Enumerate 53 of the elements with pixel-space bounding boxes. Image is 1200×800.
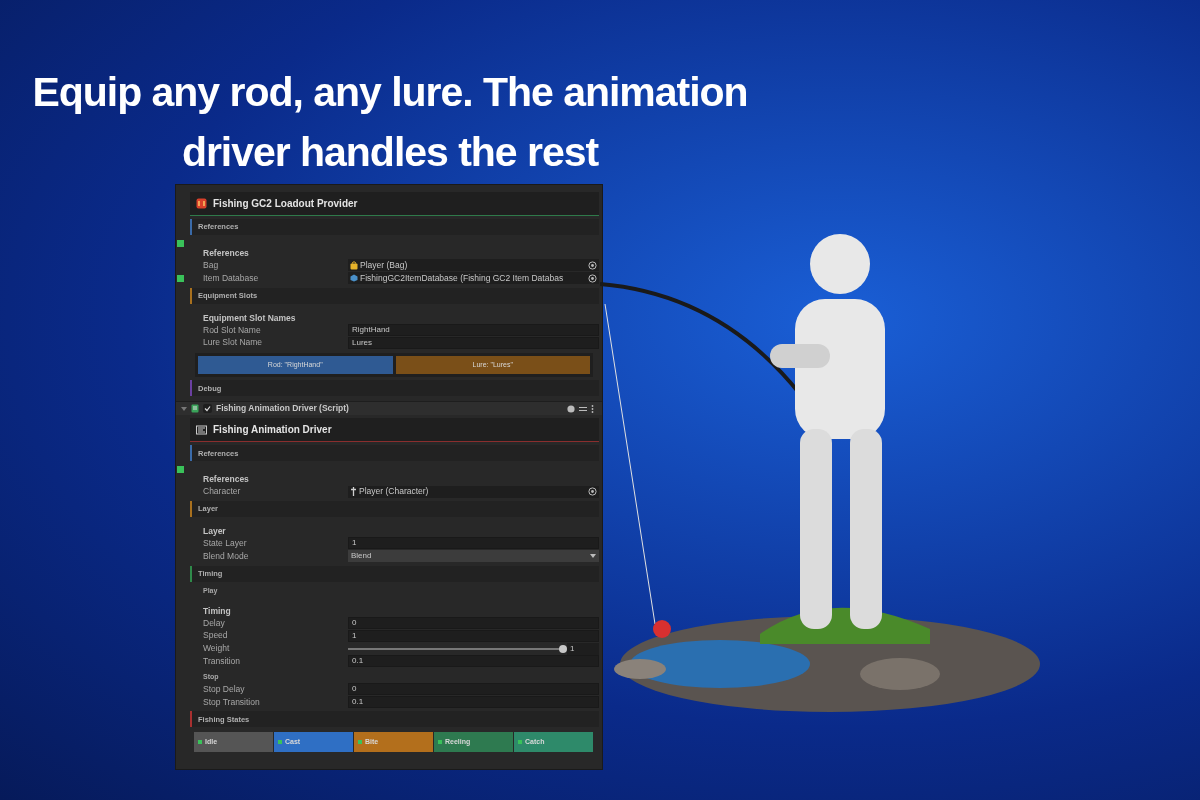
sliders-icon[interactable]	[579, 404, 587, 413]
component-icon	[196, 424, 207, 435]
group-heading: Timing	[202, 604, 232, 617]
input-field[interactable]: 0	[348, 616, 599, 629]
headline: Equip any rod, any lure. The animation	[32, 68, 748, 117]
field-label: State Layer	[202, 537, 248, 550]
field-label: Delay	[202, 616, 226, 630]
object-field[interactable]: Player (Character)	[348, 485, 599, 498]
input-field[interactable]: 1	[567, 642, 599, 655]
field-label: Rod Slot Name	[202, 323, 262, 337]
foldout-icon[interactable]	[181, 405, 187, 412]
component-icon	[196, 198, 207, 209]
field-label: Transition	[202, 655, 241, 668]
slider-thumb[interactable]	[559, 644, 567, 653]
field-label: Stop Transition	[202, 695, 261, 709]
input-field[interactable]: Lures	[348, 336, 599, 349]
field-label: Item Database	[202, 271, 260, 285]
script-icon	[191, 404, 199, 414]
cube-icon	[350, 274, 358, 283]
component-header[interactable]: Fishing Animation Driver (Script)	[176, 401, 602, 416]
input-field[interactable]: 0	[348, 683, 599, 696]
field-value: Player (Character)	[359, 485, 430, 498]
field-label: Character	[202, 485, 242, 498]
object-field[interactable]: FishingGC2ItemDatabase (Fishing GC2 Item Databas	[348, 272, 599, 285]
input-field[interactable]: 1	[348, 537, 599, 550]
component-card-title: Fishing GC2 Loadout Provider	[213, 197, 358, 211]
input-field[interactable]: RightHand	[348, 324, 599, 336]
group-heading: References	[202, 473, 250, 486]
bag-icon	[350, 260, 358, 270]
component-card-title: Fishing Animation Driver	[213, 423, 332, 438]
field-label: Lure Slot Name	[202, 336, 264, 350]
group-heading: Layer	[202, 525, 227, 537]
field-label: Blend Mode	[202, 549, 250, 563]
component-title: Fishing Animation Driver (Script)	[216, 402, 350, 416]
enable-checkbox[interactable]	[203, 404, 212, 414]
dropdown[interactable]: Blend	[348, 550, 599, 563]
cross-icon	[350, 487, 357, 497]
field-value: FishingGC2ItemDatabase (Fishing GC2 Item Databas	[360, 272, 565, 285]
input-field[interactable]: 1	[348, 629, 599, 642]
field-label: Weight	[202, 642, 231, 655]
headline: driver handles the rest	[181, 128, 599, 177]
field-label: Stop Delay	[202, 682, 246, 696]
group-heading: Equipment Slot Names	[202, 311, 297, 324]
field-label: Bag	[202, 259, 220, 272]
input-field[interactable]: 0.1	[348, 695, 599, 708]
input-field[interactable]: 0.1	[348, 655, 599, 668]
caret-icon	[590, 554, 596, 559]
object-field[interactable]: Player (Bag)	[348, 259, 599, 272]
picker-icon[interactable]	[588, 487, 597, 497]
group-heading: References	[202, 247, 250, 259]
field-value: Player (Bag)	[360, 259, 409, 272]
field-label: Speed	[202, 629, 229, 643]
more-icon[interactable]	[591, 404, 594, 413]
